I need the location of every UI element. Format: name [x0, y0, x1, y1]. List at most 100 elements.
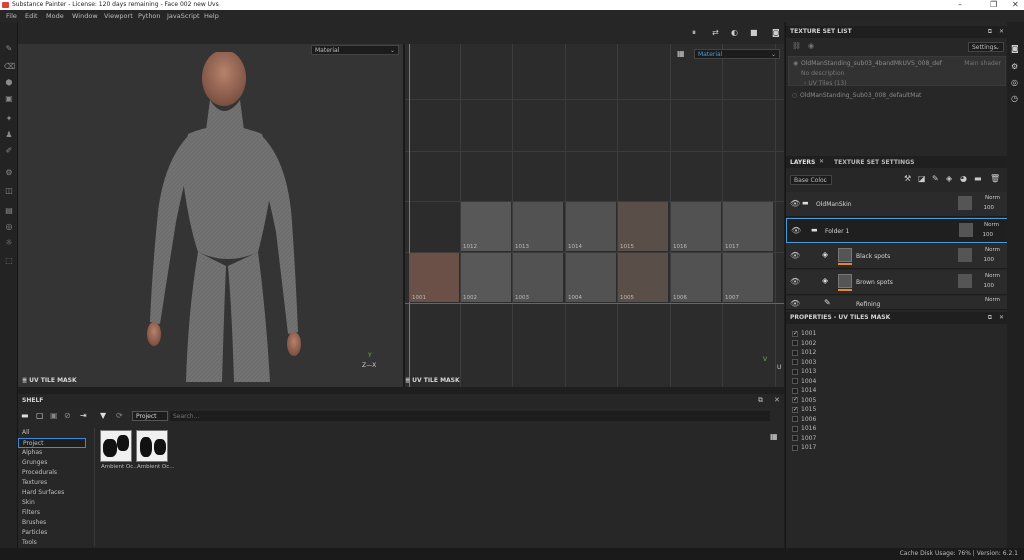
layer-mask-thumbnail[interactable]	[958, 196, 972, 210]
shelf-close-icon[interactable]: ✕	[774, 396, 780, 404]
folder-icon[interactable]: ▬	[21, 411, 29, 420]
color-picker-icon[interactable]: ✐	[4, 146, 14, 156]
refresh-icon[interactable]: ⟳	[116, 411, 123, 420]
add-folder-icon[interactable]: ▬	[974, 174, 982, 183]
view-mode-icon[interactable]: ⇄	[712, 28, 719, 37]
uv-tile-checkbox-row[interactable]: 1014	[792, 387, 816, 394]
texture-set-icon[interactable]: ◙	[1011, 44, 1019, 53]
bake-icon[interactable]: ◫	[4, 186, 14, 196]
layer-thumbnail[interactable]	[838, 248, 852, 262]
new-resource-icon[interactable]: ▢	[36, 411, 44, 420]
layer-row[interactable]: 👁 ✎ Refining Norm	[786, 296, 1008, 310]
filter-icon[interactable]: ▼	[100, 411, 106, 420]
clone-icon[interactable]: ♟	[4, 130, 14, 140]
uv-tile-checkbox-row[interactable]: 1013	[792, 368, 816, 375]
menu-edit[interactable]: Edit	[25, 12, 38, 20]
shelf-float-icon[interactable]: ⧉	[758, 396, 763, 405]
checkbox[interactable]	[792, 435, 798, 441]
minimize-icon[interactable]: –	[958, 0, 962, 9]
tsl-close-icon[interactable]: ✕	[999, 26, 1004, 38]
shelf-thumbnail[interactable]	[136, 430, 168, 462]
layer-row[interactable]: 👁 ▬ OldManSkin Norm 100	[786, 192, 1008, 217]
menu-javascript[interactable]: JavaScript	[167, 12, 200, 20]
menu-window[interactable]: Window	[72, 12, 98, 20]
projection-icon[interactable]: ⬢	[4, 78, 14, 88]
radio-selected-icon[interactable]: ◉	[793, 60, 798, 67]
tsl-settings-dropdown[interactable]: Settings ⌄	[968, 42, 1004, 52]
tsl-float-icon[interactable]: ⧉	[988, 26, 992, 38]
shelf-category-grunges[interactable]: Grunges	[18, 458, 86, 468]
import-icon[interactable]: ⇥	[80, 411, 87, 420]
shelf-category-particles[interactable]: Particles	[18, 528, 86, 538]
menu-help[interactable]: Help	[204, 12, 219, 20]
paint-brush-icon[interactable]: ✎	[4, 44, 14, 54]
display-settings-icon[interactable]: ◐	[731, 28, 738, 37]
shelf-thumbnail[interactable]	[100, 430, 132, 462]
uv-tile-checkbox-row[interactable]: 1004	[792, 378, 816, 385]
uv-tile-checkbox-row[interactable]: 1012	[792, 349, 816, 356]
display-settings-icon[interactable]: ⚙	[1011, 62, 1018, 71]
checkbox[interactable]	[792, 387, 798, 394]
layer-opacity[interactable]: 100	[983, 232, 994, 238]
blend-mode[interactable]: Norm	[984, 222, 999, 228]
checkbox[interactable]: ✓	[792, 397, 798, 403]
checkbox[interactable]: ✓	[792, 406, 798, 413]
smudge-icon[interactable]: ✦	[4, 114, 14, 124]
screenshot-icon[interactable]: ◙	[772, 28, 780, 37]
menu-python[interactable]: Python	[138, 12, 161, 20]
maximize-icon[interactable]: ❐	[990, 0, 997, 9]
add-smart-material-icon[interactable]: ◕	[960, 174, 967, 183]
blend-mode[interactable]: Norm	[985, 297, 1000, 303]
shelf-category-skin[interactable]: Skin	[18, 498, 86, 508]
uv-tile-checkbox-row[interactable]: ✓ 1005	[792, 397, 816, 404]
blend-mode[interactable]: Norm	[985, 247, 1000, 253]
close-icon[interactable]: ✕	[1012, 0, 1019, 9]
tab-layers[interactable]: LAYERS	[790, 159, 815, 166]
save-icon[interactable]: ▣	[50, 411, 58, 420]
grid-view-icon[interactable]: ▦	[770, 432, 778, 441]
display-icon[interactable]: ☼	[4, 238, 14, 248]
checkbox[interactable]	[792, 444, 798, 451]
menu-mode[interactable]: Mode	[46, 12, 64, 20]
visibility-eye-icon[interactable]: 👁	[791, 226, 801, 235]
shelf-category-filters[interactable]: Filters	[18, 508, 86, 518]
layer-row-selected[interactable]: 👁 ▬ Folder 1 Norm 100	[786, 218, 1008, 243]
hide-icon[interactable]: ⊘	[64, 411, 71, 420]
checkbox[interactable]: ✓	[792, 330, 798, 337]
tsl-eye-icon[interactable]: ◉	[808, 42, 814, 50]
checkbox[interactable]	[792, 425, 798, 432]
layer-opacity[interactable]: 100	[984, 205, 995, 211]
viewport-3d[interactable]: Material ⌄ ≣ UV TILE MASK Y Z—X	[18, 44, 403, 387]
channel-dropdown[interactable]: Base Color ⌄	[790, 175, 832, 185]
visibility-eye-icon[interactable]: 👁	[790, 299, 800, 308]
add-effect-icon[interactable]: ⚒	[904, 174, 911, 183]
layer-opacity[interactable]: 100	[984, 257, 995, 263]
polygon-fill-icon[interactable]: ▣	[4, 94, 14, 104]
shelf-category-procedurals[interactable]: Procedurals	[18, 468, 86, 478]
pause-icon[interactable]: ⏸	[692, 28, 696, 38]
export-icon[interactable]: ⬚	[4, 256, 14, 266]
settings-gear-icon[interactable]: ⚙	[4, 168, 14, 178]
uv-tile-checkbox-row[interactable]: 1006	[792, 416, 816, 423]
layer-mask-thumbnail[interactable]	[959, 223, 973, 237]
uv-tile-checkbox-row[interactable]: 1002	[792, 340, 816, 347]
uv-tile-checkbox-row[interactable]: 1007	[792, 435, 816, 442]
layer-mask-thumbnail[interactable]	[958, 248, 972, 262]
layers-tab-close-icon[interactable]: ✕	[819, 158, 824, 165]
shelf-category-alphas[interactable]: Alphas	[18, 448, 86, 458]
add-mask-icon[interactable]: ◪	[918, 174, 926, 183]
shelf-category-project[interactable]: Project	[18, 438, 86, 448]
sphere-icon[interactable]: ◎	[4, 222, 14, 232]
visibility-eye-icon[interactable]: 👁	[790, 251, 800, 260]
add-paint-layer-icon[interactable]: ✎	[932, 174, 939, 183]
project-filter-tag[interactable]: Project	[132, 411, 168, 421]
checkbox[interactable]	[792, 378, 798, 384]
menu-file[interactable]: File	[6, 12, 17, 20]
uv-tile-checkbox-row[interactable]: 1003	[792, 359, 816, 366]
shelf-category-textures[interactable]: Textures	[18, 478, 86, 488]
uv-tile-checkbox-row[interactable]: 1017	[792, 444, 816, 451]
uv-grid-icon[interactable]: ▦	[677, 49, 685, 58]
checkbox[interactable]	[792, 340, 798, 346]
visibility-eye-icon[interactable]: 👁	[790, 199, 800, 208]
uv-tile-checkbox-row[interactable]: ✓ 1001	[792, 330, 816, 337]
